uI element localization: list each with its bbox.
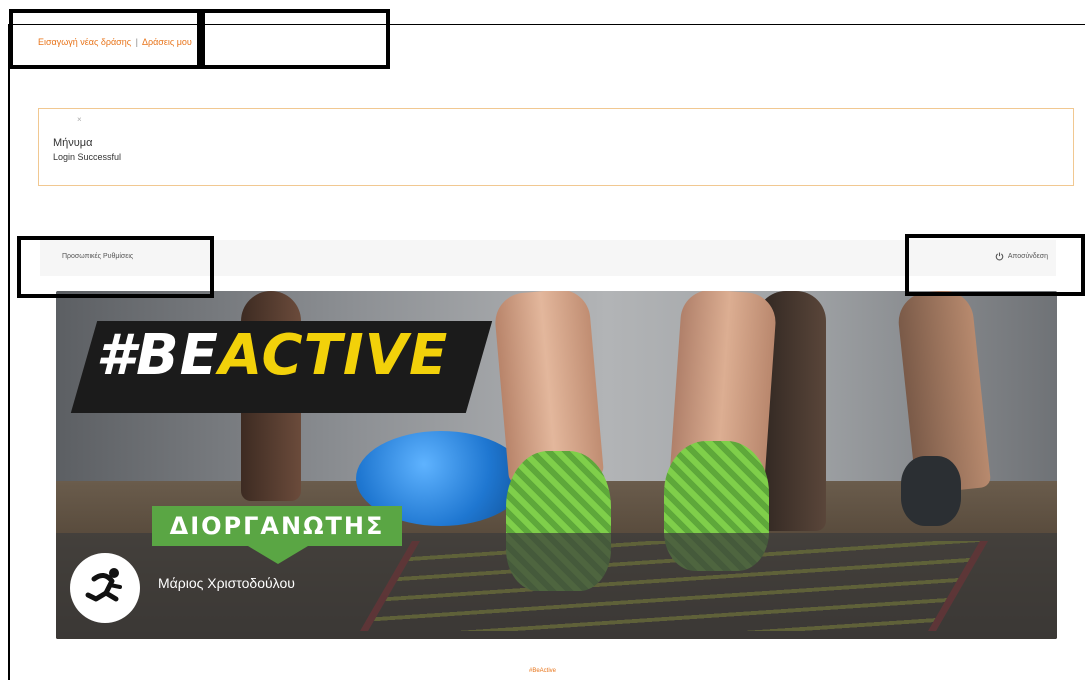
organizer-badge: ΔΙΟΡΓΑΝΩΤΗΣ xyxy=(152,506,402,564)
page-left-border xyxy=(8,24,10,680)
message-close-icon[interactable]: × xyxy=(77,115,82,124)
page: Εισαγωγή νέας δράσης | Δράσεις μου × Μήν… xyxy=(0,0,1085,680)
banner-shoe xyxy=(901,456,961,526)
message-title: Μήνυμα xyxy=(53,137,93,149)
headline-prefix: #BE xyxy=(96,323,219,388)
annotation-box xyxy=(197,9,390,69)
organizer-name: Μάριος Χριστοδούλου xyxy=(158,575,295,591)
message-text: Login Successful xyxy=(53,152,122,162)
annotation-box xyxy=(17,236,214,298)
annotation-box xyxy=(9,9,205,69)
annotation-box xyxy=(905,234,1085,296)
message-box: × Μήνυμα Login Successful xyxy=(38,108,1074,186)
beactive-banner: #BEACTIVE ΔΙΟΡΓΑΝΩΤΗΣ Μάριος Χριστοδούλο… xyxy=(56,291,1057,639)
footer-text: #BeActive xyxy=(528,668,556,674)
headline-accent: ACTIVE xyxy=(218,323,449,388)
runner-icon xyxy=(85,568,122,602)
organizer-avatar xyxy=(70,553,140,623)
beactive-headline: #BEACTIVE xyxy=(96,323,448,388)
